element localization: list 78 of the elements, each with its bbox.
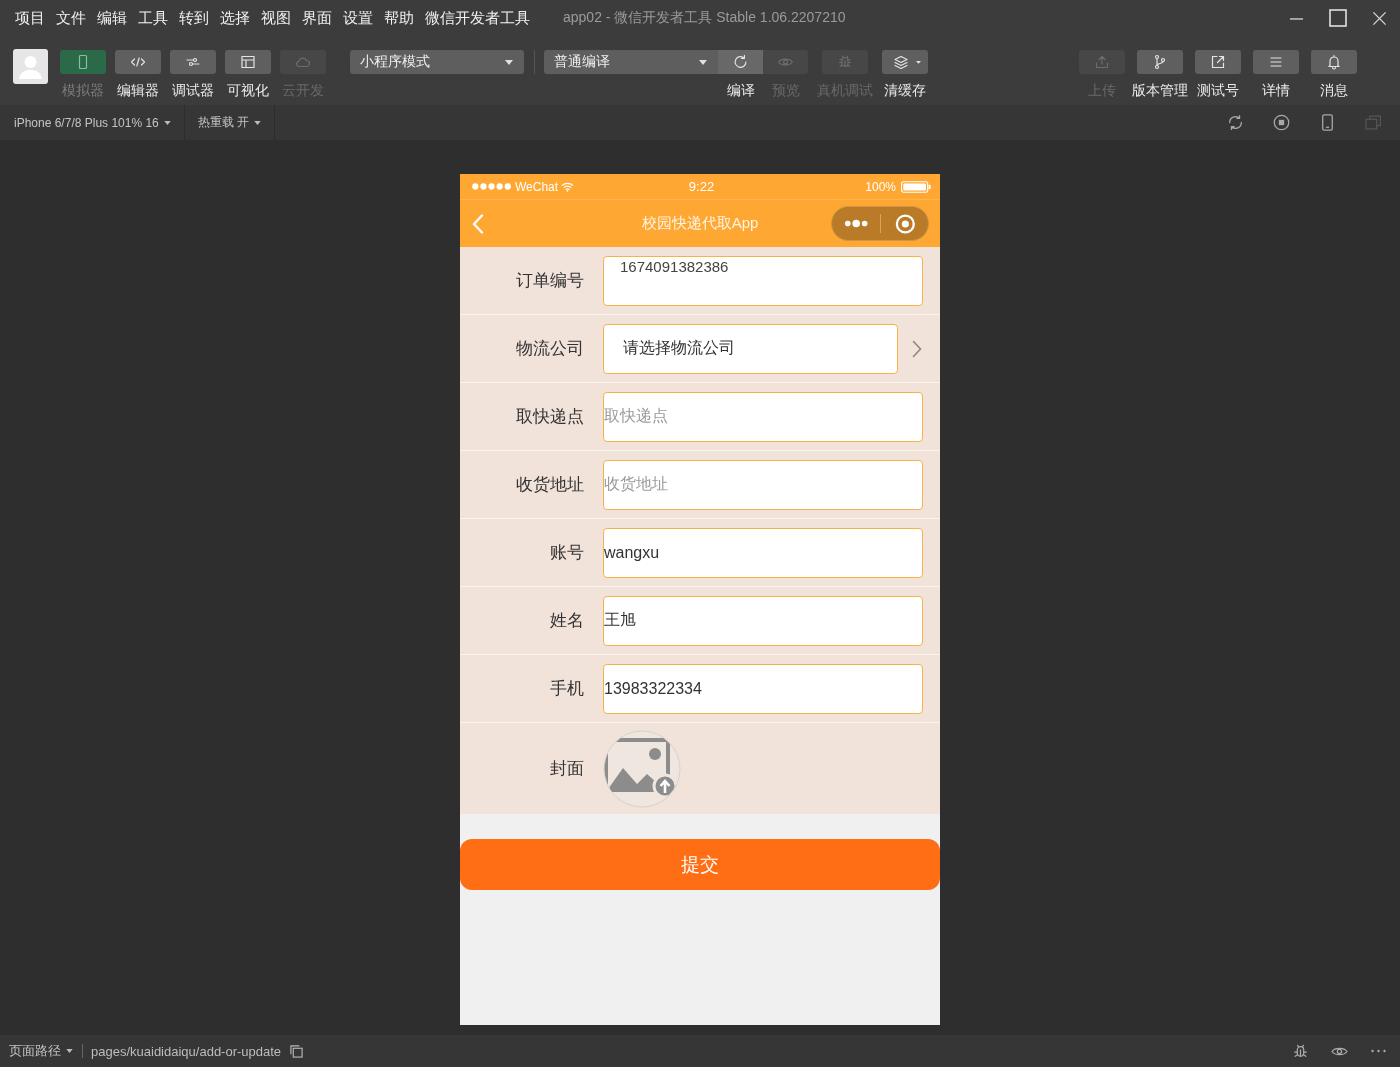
image-upload-icon[interactable]	[603, 729, 681, 808]
record-stop-icon[interactable]	[1273, 114, 1290, 131]
page-path-dropdown[interactable]: 页面路径	[9, 1042, 73, 1060]
compile-dropdown[interactable]: 普通编译	[544, 50, 718, 74]
rotate-icon[interactable]	[1227, 114, 1244, 131]
toolbar-button[interactable]: 清缓存	[875, 50, 935, 99]
page-title: 校园快递代取App	[641, 214, 759, 233]
menu-item[interactable]: 帮助	[379, 8, 419, 28]
close-icon[interactable]	[1372, 10, 1387, 26]
menu-item[interactable]: 界面	[297, 8, 337, 28]
caret-icon	[699, 59, 707, 65]
target-icon[interactable]	[895, 212, 916, 235]
menu-item[interactable]: 转到	[174, 8, 214, 28]
field-label: 物流公司	[515, 338, 584, 360]
field-label: 取快递点	[515, 406, 584, 428]
upload-icon	[1079, 50, 1125, 74]
code-icon	[114, 50, 161, 74]
bell-icon	[1311, 50, 1357, 74]
list-icon	[1253, 50, 1299, 74]
copy-icon[interactable]	[290, 1044, 304, 1058]
toolbar-button[interactable]: 编辑器	[110, 50, 165, 99]
carrier-name: WeChat	[515, 179, 559, 194]
branch-icon	[1137, 50, 1183, 74]
bug-icon	[822, 50, 868, 74]
phone-icon[interactable]	[1319, 114, 1336, 131]
more-icon[interactable]	[844, 219, 869, 228]
input-field[interactable]: 王旭	[603, 595, 923, 646]
menu-item[interactable]: 视图	[256, 8, 296, 28]
refresh-icon	[718, 50, 763, 74]
menu-item[interactable]: 文件	[51, 8, 91, 28]
field-label: 订单编号	[515, 270, 584, 292]
menu-item[interactable]: 工具	[133, 8, 173, 28]
field-label: 手机	[549, 678, 584, 700]
toolbar-button[interactable]: 调试器	[165, 50, 220, 99]
toolbar-button[interactable]: 编译	[718, 50, 763, 99]
maximize-icon[interactable]	[1329, 9, 1347, 27]
input-field[interactable]: wangxu	[603, 527, 923, 578]
toolbar-button[interactable]: 可视化	[220, 50, 275, 99]
caret-icon	[163, 120, 171, 125]
menu-item[interactable]: 项目	[10, 8, 50, 28]
field-label: 账号	[549, 542, 584, 564]
toolbar-button[interactable]: 详情	[1247, 50, 1305, 99]
toolbar-button[interactable]: 消息	[1305, 50, 1363, 99]
menu-item[interactable]: 编辑	[92, 8, 132, 28]
toolbar-button[interactable]: 测试号	[1189, 50, 1247, 99]
hot-reload-toggle[interactable]: 热重载 开	[197, 114, 262, 131]
status-time: 9:22	[688, 179, 715, 194]
layout-icon	[224, 50, 271, 74]
sliders-icon	[169, 50, 216, 74]
eye-icon	[763, 50, 808, 74]
battery-percent: 100%	[865, 179, 896, 194]
field-label: 姓名	[549, 610, 584, 632]
menu-item[interactable]: 设置	[338, 8, 378, 28]
page-path: pages/kuaididaiqu/add-or-update	[91, 1043, 282, 1059]
external-link-icon	[1195, 50, 1241, 74]
battery-icon	[901, 180, 931, 193]
field-label: 收货地址	[515, 474, 584, 496]
caret-icon	[505, 59, 513, 65]
toolbar-button[interactable]: 版本管理	[1131, 50, 1189, 99]
field-label: 封面	[549, 758, 584, 780]
signal-dots-icon	[472, 183, 512, 190]
input-field[interactable]: 13983322334	[603, 663, 923, 714]
more-icon[interactable]	[1370, 1049, 1387, 1053]
picker-field[interactable]: 请选择物流公司	[603, 323, 898, 374]
menu-item[interactable]: 微信开发者工具	[420, 8, 535, 28]
menu-item[interactable]: 选择	[215, 8, 255, 28]
window-title: app02 - 微信开发者工具 Stable 1.06.2207210	[563, 9, 846, 27]
cloud-icon	[279, 50, 326, 74]
phone-icon	[59, 50, 106, 74]
layers-icon	[882, 50, 928, 74]
caret-icon	[254, 120, 262, 125]
chevron-right-icon[interactable]	[912, 339, 922, 358]
caret-icon	[66, 1049, 73, 1053]
wifi-icon	[561, 181, 575, 192]
device-selector[interactable]: iPhone 6/7/8 Plus 101% 16	[14, 115, 171, 130]
mode-dropdown[interactable]: 小程序模式	[350, 50, 524, 74]
bug-icon[interactable]	[1292, 1042, 1309, 1060]
input-field[interactable]: 1674091382386	[603, 255, 923, 306]
